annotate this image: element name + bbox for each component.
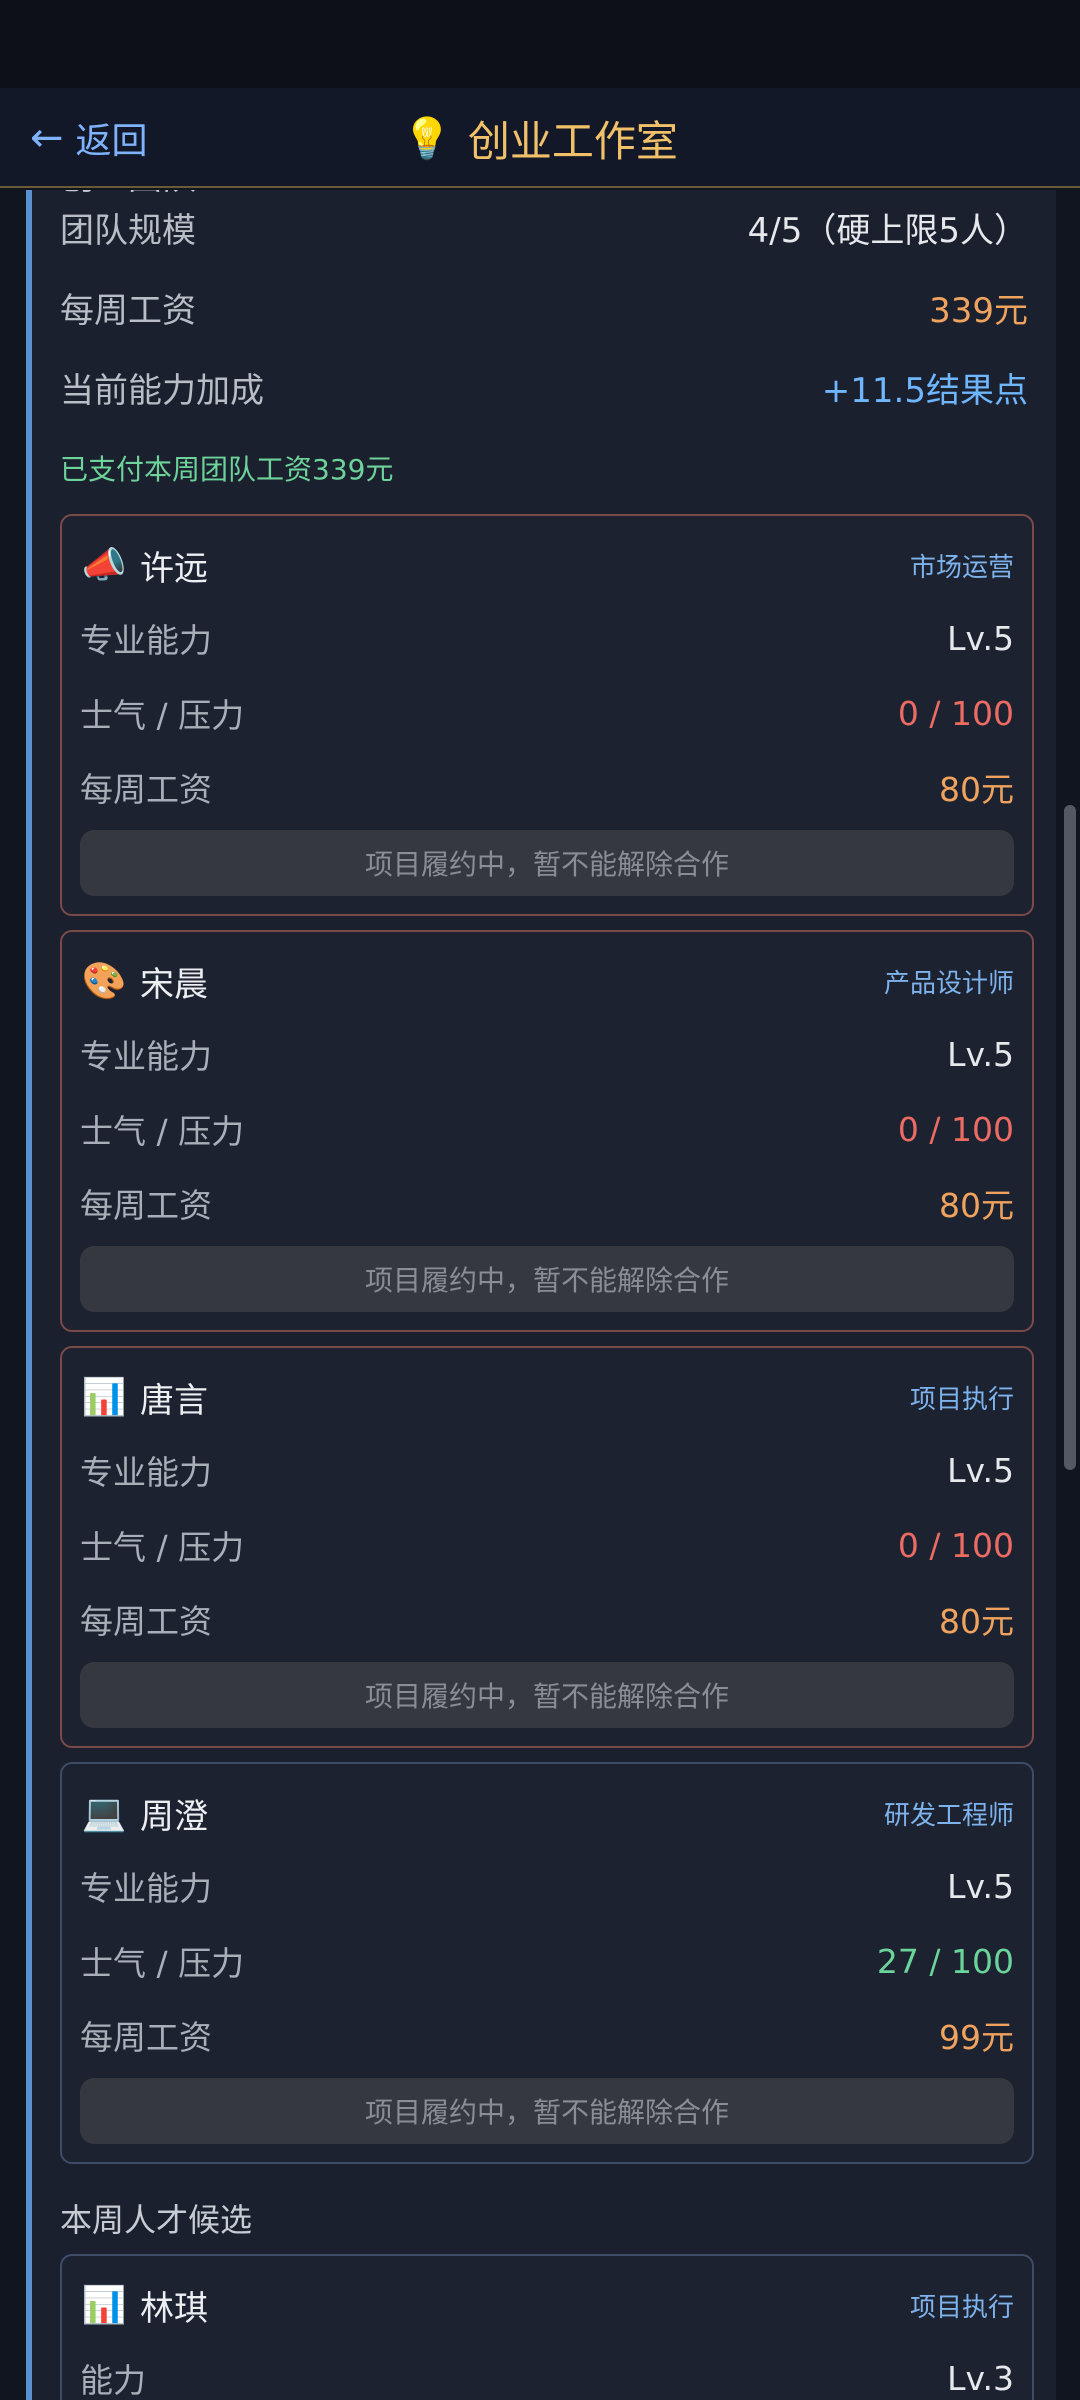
morale-value: 0 / 100	[897, 1109, 1014, 1149]
wage-value: 99元	[939, 2018, 1014, 2057]
member-role: 项目执行	[909, 1384, 1014, 1415]
member-card: 💻 周澄 研发工程师 专业能力 Lv.5 士气 / 压力 27 / 100 每周…	[60, 1762, 1034, 2164]
skill-label: 专业能力	[80, 1869, 212, 1908]
member-name: 周澄	[140, 1796, 208, 1837]
team-panel: 创业团队 团队规模 4/5（硬上限5人） 每周工资 339元 当前能力加成 +1…	[26, 190, 1056, 2400]
bar-chart-icon: 📊	[81, 2285, 127, 2326]
skill-row: 专业能力 Lv.5	[80, 1856, 1014, 1916]
team-bonus-row: 当前能力加成 +11.5结果点	[60, 357, 1028, 417]
skill-label: 能力	[80, 2361, 146, 2400]
member-role: 市场运营	[909, 552, 1014, 583]
member-role: 产品设计师	[883, 968, 1014, 999]
palette-icon: 🎨	[81, 961, 127, 1002]
skill-value: Lv.5	[947, 1450, 1014, 1490]
paid-wage-note: 已支付本周团队工资339元	[60, 453, 394, 486]
skill-value: Lv.5	[947, 1034, 1014, 1074]
morale-value: 0 / 100	[897, 1525, 1014, 1565]
team-size-row: 团队规模 4/5（硬上限5人）	[60, 197, 1028, 257]
member-card: 🎨 宋晨 产品设计师 专业能力 Lv.5 士气 / 压力 0 / 100 每周工…	[60, 930, 1034, 1332]
member-header: 📣 许远 市场运营	[80, 540, 1014, 590]
page-title: 💡 创业工作室	[0, 88, 1080, 188]
skill-row: 专业能力 Lv.5	[80, 608, 1014, 668]
wage-label: 每周工资	[80, 770, 212, 809]
member-name: 许远	[140, 548, 208, 589]
dismiss-disabled-button[interactable]: 项目履约中，暂不能解除合作	[80, 830, 1014, 896]
skill-row: 专业能力 Lv.5	[80, 1440, 1014, 1500]
team-size-value: 4/5（硬上限5人）	[747, 210, 1028, 251]
candidates-section-title: 本周人才候选	[60, 2201, 253, 2239]
laptop-icon: 💻	[81, 1793, 127, 1834]
bar-chart-icon: 📊	[81, 1377, 127, 1418]
morale-value: 27 / 100	[876, 1941, 1014, 1981]
candidate-card[interactable]: 📊 林琪 项目执行 能力 Lv.3	[60, 2254, 1034, 2400]
team-bonus-label: 当前能力加成	[60, 370, 264, 411]
wage-row: 每周工资 80元	[80, 1173, 1014, 1233]
candidate-name: 林琪	[140, 2288, 208, 2329]
team-bonus-value: +11.5结果点	[821, 370, 1028, 411]
scrollbar[interactable]	[1064, 805, 1076, 1470]
skill-value: Lv.5	[947, 1866, 1014, 1906]
morale-label: 士气 / 压力	[80, 1112, 245, 1151]
skill-value: Lv.3	[947, 2358, 1014, 2398]
wage-label: 每周工资	[80, 1186, 212, 1225]
morale-label: 士气 / 压力	[80, 1528, 245, 1567]
wage-label: 每周工资	[80, 1602, 212, 1641]
morale-label: 士气 / 压力	[80, 696, 245, 735]
dismiss-disabled-button[interactable]: 项目履约中，暂不能解除合作	[80, 1246, 1014, 1312]
member-header: 📊 唐言 项目执行	[80, 1372, 1014, 1422]
dismiss-disabled-button[interactable]: 项目履约中，暂不能解除合作	[80, 2078, 1014, 2144]
wage-label: 每周工资	[80, 2018, 212, 2057]
page-title-text: 创业工作室	[467, 116, 678, 166]
wage-row: 每周工资 80元	[80, 1589, 1014, 1649]
skill-label: 专业能力	[80, 1037, 212, 1076]
morale-value: 0 / 100	[897, 693, 1014, 733]
member-name: 宋晨	[140, 964, 208, 1005]
skill-row: 专业能力 Lv.5	[80, 1024, 1014, 1084]
candidate-skill-row: 能力 Lv.3	[80, 2348, 1014, 2400]
wage-row: 每周工资 99元	[80, 2005, 1014, 2065]
scroll-content[interactable]: 创业团队 团队规模 4/5（硬上限5人） 每周工资 339元 当前能力加成 +1…	[0, 190, 1080, 2400]
team-size-label: 团队规模	[60, 210, 196, 251]
member-name: 唐言	[140, 1380, 208, 1421]
morale-row: 士气 / 压力 0 / 100	[80, 1515, 1014, 1575]
megaphone-icon: 📣	[81, 545, 127, 586]
candidate-header: 📊 林琪 项目执行	[80, 2280, 1014, 2330]
status-bar	[0, 0, 1080, 88]
morale-row: 士气 / 压力 0 / 100	[80, 683, 1014, 743]
wage-value: 80元	[939, 770, 1014, 809]
member-header: 💻 周澄 研发工程师	[80, 1788, 1014, 1838]
morale-label: 士气 / 压力	[80, 1944, 245, 1983]
member-card: 📣 许远 市场运营 专业能力 Lv.5 士气 / 压力 0 / 100 每周工资…	[60, 514, 1034, 916]
candidate-role: 项目执行	[909, 2292, 1014, 2323]
top-nav-bar: ← 返回 💡 创业工作室	[0, 88, 1080, 188]
morale-row: 士气 / 压力 27 / 100	[80, 1931, 1014, 1991]
skill-label: 专业能力	[80, 621, 212, 660]
skill-value: Lv.5	[947, 618, 1014, 658]
team-wage-value: 339元	[929, 290, 1028, 331]
member-card: 📊 唐言 项目执行 专业能力 Lv.5 士气 / 压力 0 / 100 每周工资…	[60, 1346, 1034, 1748]
member-header: 🎨 宋晨 产品设计师	[80, 956, 1014, 1006]
team-wage-label: 每周工资	[60, 290, 196, 331]
wage-value: 80元	[939, 1186, 1014, 1225]
skill-label: 专业能力	[80, 1453, 212, 1492]
lightbulb-icon: 💡	[402, 115, 452, 162]
morale-row: 士气 / 压力 0 / 100	[80, 1099, 1014, 1159]
member-role: 研发工程师	[883, 1800, 1014, 1831]
wage-row: 每周工资 80元	[80, 757, 1014, 817]
team-wage-row: 每周工资 339元	[60, 277, 1028, 337]
wage-value: 80元	[939, 1602, 1014, 1641]
dismiss-disabled-button[interactable]: 项目履约中，暂不能解除合作	[80, 1662, 1014, 1728]
